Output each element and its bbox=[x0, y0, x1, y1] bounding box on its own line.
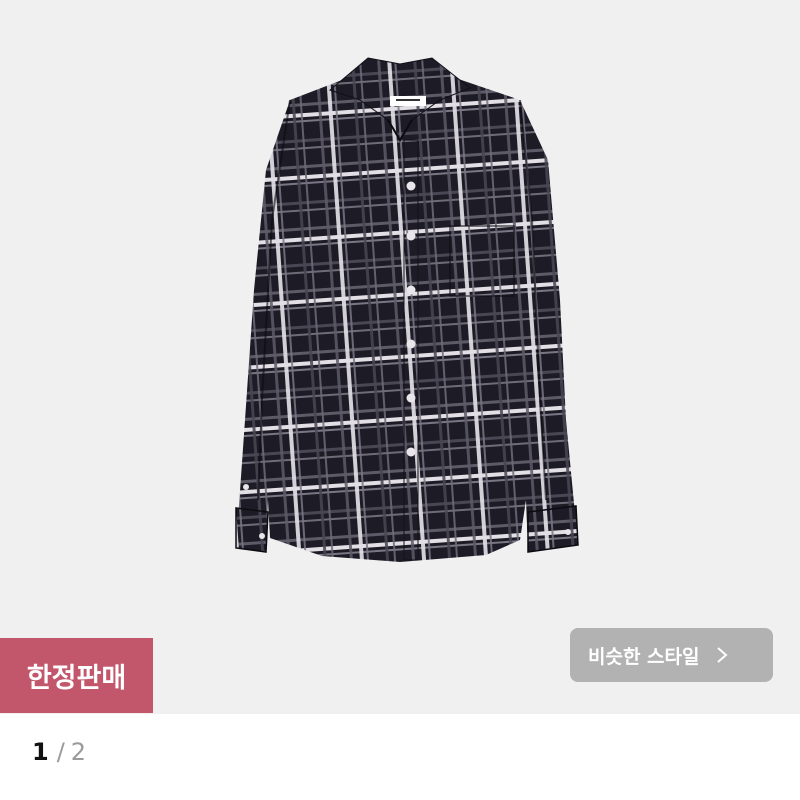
similar-style-button[interactable]: 비슷한 스타일 bbox=[570, 628, 773, 682]
product-image-viewer[interactable]: 한정판매 비슷한 스타일 bbox=[0, 0, 800, 714]
pager-total: 2 bbox=[70, 738, 87, 766]
chevron-right-icon bbox=[716, 646, 728, 664]
limited-sale-label: 한정판매 bbox=[26, 663, 127, 694]
limited-sale-badge: 한정판매 bbox=[0, 638, 153, 713]
similar-style-label: 비슷한 스타일 bbox=[588, 645, 700, 668]
pager-current: 1 bbox=[32, 738, 49, 766]
pager-separator: / bbox=[56, 738, 65, 766]
image-pager: 1 / 2 bbox=[32, 738, 86, 766]
plaid-shirt-image bbox=[235, 57, 579, 562]
